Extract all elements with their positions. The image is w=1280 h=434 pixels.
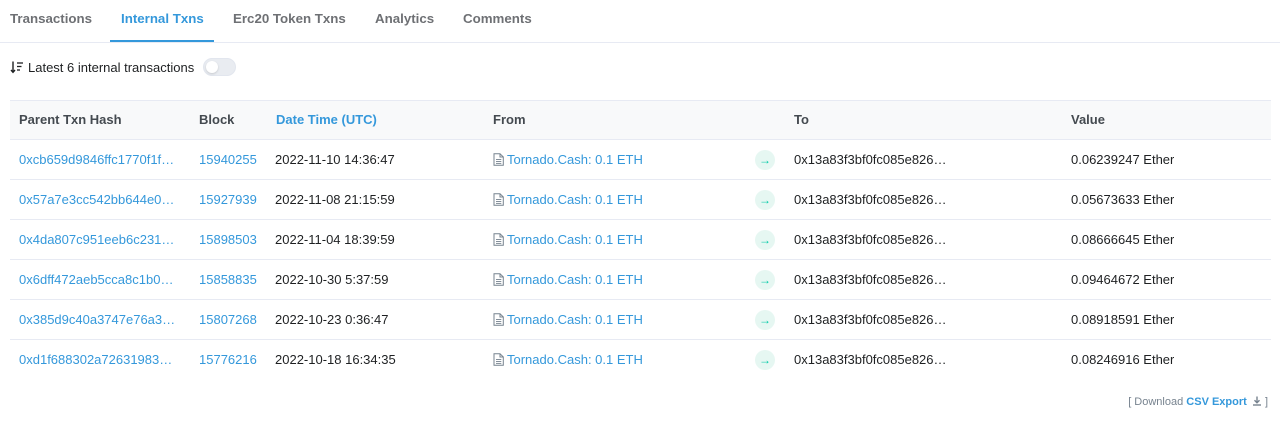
- arrow-right-icon: →: [755, 230, 775, 250]
- table-row: 0x57a7e3cc542bb644e0… 15927939 2022-11-08 …: [10, 180, 1271, 220]
- parent-txn-hash-link[interactable]: 0x4da807c951eeb6c231…: [19, 220, 184, 259]
- tab-bar: Transactions Internal Txns Erc20 Token T…: [0, 0, 1280, 43]
- value-cell: 0.08918591 Ether: [1071, 312, 1175, 327]
- block-link[interactable]: 15807268: [199, 300, 257, 339]
- block-link[interactable]: 15898503: [199, 220, 257, 259]
- download-close-text: ]: [1264, 396, 1268, 408]
- parent-txn-hash-link[interactable]: 0x385d9c40a3747e76a3…: [19, 300, 184, 339]
- from-address-label: Tornado.Cash: 0.1 ETH: [507, 312, 643, 327]
- value-cell: 0.08246916 Ether: [1071, 352, 1175, 367]
- table-row: 0xd1f688302a72631983… 15776216 2022-10-18 …: [10, 340, 1271, 380]
- txn-summary: Latest 6 internal transactions: [10, 58, 194, 76]
- active-tab-indicator: [110, 40, 214, 42]
- tab-analytics[interactable]: Analytics: [375, 0, 434, 43]
- value-cell: 0.09464672 Ether: [1071, 272, 1175, 287]
- block-link[interactable]: 15776216: [199, 340, 257, 379]
- block-link[interactable]: 15927939: [199, 180, 257, 219]
- value-cell: 0.06239247 Ether: [1071, 152, 1175, 167]
- download-icon[interactable]: [1252, 396, 1262, 406]
- to-address-cell: 0x13a83f3bf0fc085e826…: [794, 352, 947, 367]
- download-open-text: [ Download: [1128, 396, 1184, 408]
- parent-txn-hash-link[interactable]: 0xcb659d9846ffc1770f1f…: [19, 140, 184, 179]
- from-address-label: Tornado.Cash: 0.1 ETH: [507, 352, 643, 367]
- summary-text: Latest 6 internal transactions: [28, 59, 195, 75]
- contract-icon: [493, 313, 504, 326]
- to-address-cell: 0x13a83f3bf0fc085e826…: [794, 152, 947, 167]
- header-to: To: [794, 112, 809, 127]
- table-row: 0x6dff472aeb5cca8c1b0… 15858835 2022-10-30…: [10, 260, 1271, 300]
- toggle-switch[interactable]: [203, 58, 236, 76]
- date-time-cell: 2022-11-04 18:39:59: [275, 232, 395, 247]
- contract-icon: [493, 193, 504, 206]
- tab-transactions[interactable]: Transactions: [10, 0, 92, 43]
- from-address-link[interactable]: Tornado.Cash: 0.1 ETH: [493, 140, 643, 179]
- date-time-cell: 2022-11-08 21:15:59: [275, 192, 395, 207]
- to-address-cell: 0x13a83f3bf0fc085e826…: [794, 192, 947, 207]
- toggle-knob: [206, 61, 218, 73]
- header-value: Value: [1071, 112, 1105, 127]
- date-time-cell: 2022-11-10 14:36:47: [275, 152, 395, 167]
- arrow-right-icon: →: [755, 350, 775, 370]
- value-cell: 0.08666645 Ether: [1071, 232, 1175, 247]
- to-address-cell: 0x13a83f3bf0fc085e826…: [794, 232, 947, 247]
- value-cell: 0.05673633 Ether: [1071, 192, 1175, 207]
- date-time-cell: 2022-10-23 0:36:47: [275, 312, 389, 327]
- table-body: 0xcb659d9846ffc1770f1f… 15940255 2022-11-1…: [10, 140, 1271, 380]
- csv-export-link[interactable]: CSV Export: [1186, 396, 1247, 408]
- parent-txn-hash-link[interactable]: 0xd1f688302a72631983…: [19, 340, 184, 379]
- from-address-link[interactable]: Tornado.Cash: 0.1 ETH: [493, 180, 643, 219]
- from-address-link[interactable]: Tornado.Cash: 0.1 ETH: [493, 300, 643, 339]
- parent-txn-hash-link[interactable]: 0x57a7e3cc542bb644e0…: [19, 180, 184, 219]
- to-address-cell: 0x13a83f3bf0fc085e826…: [794, 272, 947, 287]
- sort-descending-icon[interactable]: [10, 60, 24, 74]
- tab-erc20-token-txns[interactable]: Erc20 Token Txns: [233, 0, 346, 43]
- contract-icon: [493, 273, 504, 286]
- table-row: 0xcb659d9846ffc1770f1f… 15940255 2022-11-1…: [10, 140, 1271, 180]
- header-date-time[interactable]: Date Time (UTC): [276, 101, 377, 139]
- date-time-cell: 2022-10-30 5:37:59: [275, 272, 389, 287]
- from-address-label: Tornado.Cash: 0.1 ETH: [507, 192, 643, 207]
- contract-icon: [493, 153, 504, 166]
- contract-icon: [493, 353, 504, 366]
- from-address-link[interactable]: Tornado.Cash: 0.1 ETH: [493, 260, 643, 299]
- from-address-label: Tornado.Cash: 0.1 ETH: [507, 152, 643, 167]
- from-address-label: Tornado.Cash: 0.1 ETH: [507, 272, 643, 287]
- tab-internal-txns[interactable]: Internal Txns: [121, 0, 204, 43]
- internal-txns-table: Parent Txn Hash Block Date Time (UTC) Fr…: [10, 100, 1271, 380]
- from-address-label: Tornado.Cash: 0.1 ETH: [507, 232, 643, 247]
- arrow-right-icon: →: [755, 150, 775, 170]
- header-block: Block: [199, 112, 235, 127]
- from-address-link[interactable]: Tornado.Cash: 0.1 ETH: [493, 340, 643, 379]
- table-row: 0x385d9c40a3747e76a3… 15807268 2022-10-23 …: [10, 300, 1271, 340]
- tab-comments[interactable]: Comments: [463, 0, 532, 43]
- header-parent-txn-hash: Parent Txn Hash: [19, 112, 122, 127]
- header-from: From: [493, 112, 526, 127]
- date-time-cell: 2022-10-18 16:34:35: [275, 352, 396, 367]
- table-header: Parent Txn Hash Block Date Time (UTC) Fr…: [10, 100, 1271, 140]
- block-link[interactable]: 15940255: [199, 140, 257, 179]
- download-csv: [ Download CSV Export ]: [1128, 396, 1268, 408]
- parent-txn-hash-link[interactable]: 0x6dff472aeb5cca8c1b0…: [19, 260, 184, 299]
- block-link[interactable]: 15858835: [199, 260, 257, 299]
- contract-icon: [493, 233, 504, 246]
- to-address-cell: 0x13a83f3bf0fc085e826…: [794, 312, 947, 327]
- arrow-right-icon: →: [755, 270, 775, 290]
- arrow-right-icon: →: [755, 310, 775, 330]
- arrow-right-icon: →: [755, 190, 775, 210]
- table-row: 0x4da807c951eeb6c231… 15898503 2022-11-04 …: [10, 220, 1271, 260]
- from-address-link[interactable]: Tornado.Cash: 0.1 ETH: [493, 220, 643, 259]
